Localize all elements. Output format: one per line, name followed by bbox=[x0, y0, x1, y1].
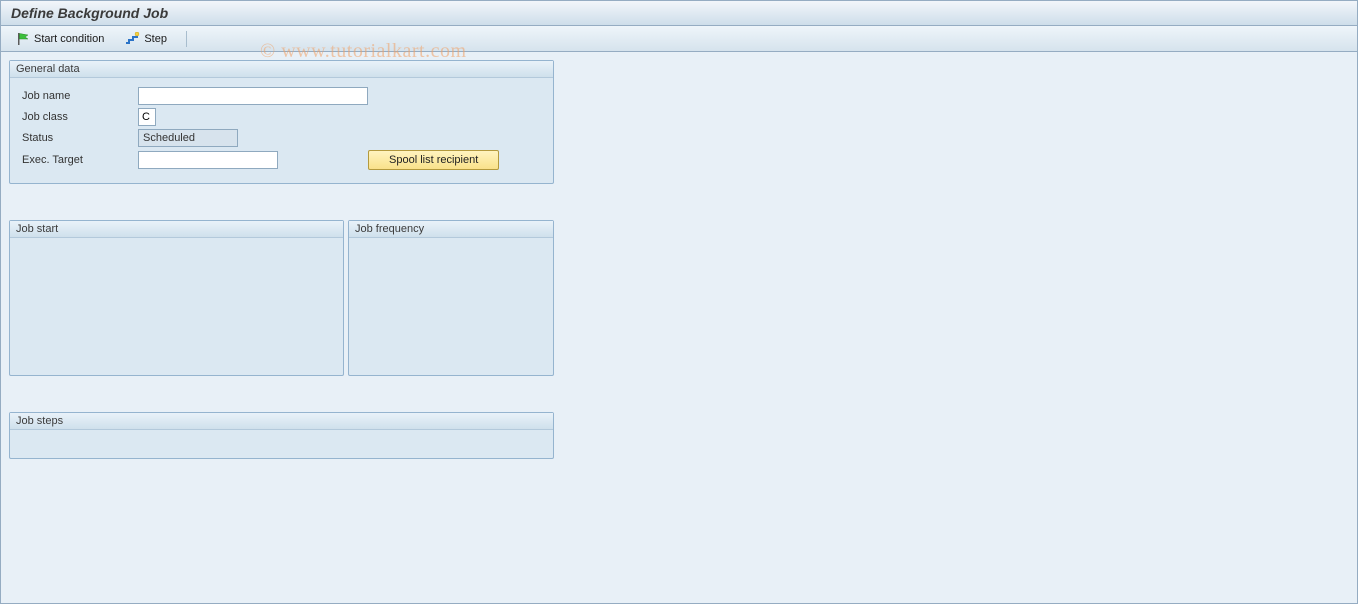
step-button[interactable]: Step bbox=[117, 29, 174, 49]
window: Define Background Job Start condition St… bbox=[0, 0, 1358, 604]
toolbar-separator bbox=[186, 31, 187, 47]
exec-target-input[interactable] bbox=[138, 151, 278, 169]
content-area: General data Job name Job class Status S… bbox=[1, 52, 1357, 467]
job-steps-group: Job steps bbox=[9, 412, 554, 459]
job-start-title: Job start bbox=[10, 221, 343, 238]
exec-target-label: Exec. Target bbox=[18, 152, 138, 168]
job-timing-row: Job start Job frequency bbox=[9, 220, 554, 376]
job-frequency-title: Job frequency bbox=[349, 221, 553, 238]
job-start-group: Job start bbox=[9, 220, 344, 376]
general-data-title: General data bbox=[10, 61, 553, 78]
job-steps-title: Job steps bbox=[10, 413, 553, 430]
job-steps-body bbox=[10, 430, 553, 458]
general-data-group: General data Job name Job class Status S… bbox=[9, 60, 554, 184]
page-title: Define Background Job bbox=[11, 5, 168, 21]
toolbar: Start condition Step bbox=[1, 26, 1357, 52]
step-icon bbox=[124, 32, 140, 46]
flag-icon bbox=[16, 32, 30, 46]
job-frequency-body bbox=[349, 238, 553, 368]
job-name-input[interactable] bbox=[138, 87, 368, 105]
status-display: Scheduled bbox=[138, 129, 238, 147]
start-condition-button[interactable]: Start condition bbox=[9, 29, 111, 49]
step-label: Step bbox=[144, 33, 167, 45]
job-name-label: Job name bbox=[18, 88, 138, 104]
start-condition-label: Start condition bbox=[34, 33, 104, 45]
title-bar: Define Background Job bbox=[1, 1, 1357, 26]
spool-list-recipient-button[interactable]: Spool list recipient bbox=[368, 150, 499, 170]
job-class-label: Job class bbox=[18, 109, 138, 125]
job-class-input[interactable] bbox=[138, 108, 156, 126]
job-frequency-group: Job frequency bbox=[348, 220, 554, 376]
job-start-body bbox=[10, 238, 343, 368]
status-label: Status bbox=[18, 130, 138, 146]
